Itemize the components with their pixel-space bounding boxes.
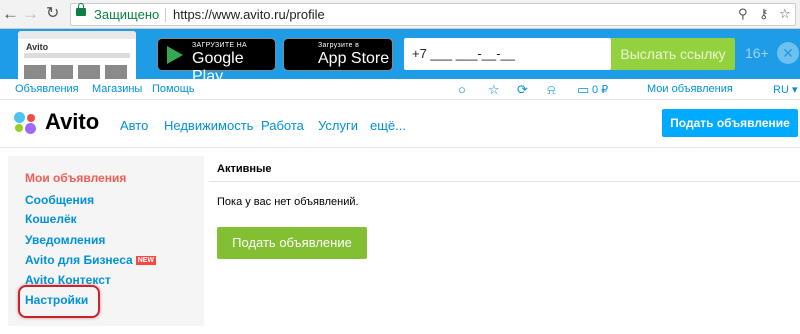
bell-icon[interactable]: ⍾ bbox=[547, 82, 556, 98]
top-links-bar: Объявления Магазины Помощь ○ ☆ ⟳ ⍾ ▭ 0 ₽… bbox=[0, 79, 800, 100]
category-auto[interactable]: Авто bbox=[120, 118, 148, 133]
app-store-button[interactable]: Загрузите в App Store bbox=[283, 38, 393, 71]
sidebar-item-notifications[interactable]: Уведомления bbox=[25, 233, 105, 247]
post-ad-header-button[interactable]: Подать объявление bbox=[662, 109, 798, 137]
my-ads-link[interactable]: Мои объявления bbox=[647, 83, 733, 95]
back-arrow-icon[interactable]: ← bbox=[2, 4, 19, 24]
tab-divider bbox=[209, 181, 800, 182]
sidebar-item-messages[interactable]: Сообщения bbox=[25, 193, 94, 207]
site-header: Avito Авто Недвижимость Работа Услуги ещ… bbox=[0, 100, 800, 148]
chat-icon[interactable]: ○ bbox=[458, 82, 466, 97]
sidebar-item-business[interactable]: Avito для Бизнеса NEW bbox=[25, 253, 157, 267]
help-link[interactable]: Помощь bbox=[152, 83, 195, 95]
age-rating: 16+ bbox=[745, 45, 769, 61]
settings-highlight bbox=[18, 285, 100, 318]
url-text[interactable]: https://www.avito.ru/profile bbox=[173, 7, 325, 22]
lock-icon bbox=[76, 3, 86, 16]
security-label: Защищено bbox=[94, 7, 160, 22]
category-services[interactable]: Услуги bbox=[318, 118, 358, 133]
tab-active[interactable]: Активные bbox=[217, 163, 272, 175]
reload-icon[interactable]: ↻ bbox=[46, 4, 59, 24]
category-more[interactable]: ещё... bbox=[370, 118, 406, 133]
google-play-button[interactable]: ЗАГРУЗИТЕ НА Google Play bbox=[157, 38, 276, 85]
compare-icon[interactable]: ⟳ bbox=[517, 82, 528, 98]
ads-link[interactable]: Объявления bbox=[15, 83, 79, 95]
browser-toolbar: ← → ↻ Защищено https://www.avito.ru/prof… bbox=[0, 0, 800, 29]
forward-arrow-icon[interactable]: → bbox=[22, 4, 39, 24]
shops-link[interactable]: Магазины bbox=[92, 83, 142, 95]
new-badge: NEW bbox=[135, 256, 157, 265]
favorite-icon[interactable]: ☆ bbox=[488, 82, 500, 98]
logo-dots-icon bbox=[14, 112, 40, 134]
app-banner: Avito ЗАГРУЗИТЕ НА Google Play Загрузите… bbox=[0, 29, 800, 85]
phone-input[interactable]: +7 ___ ___-__-__ bbox=[404, 38, 611, 70]
sidebar-item-wallet[interactable]: Кошелёк bbox=[25, 212, 77, 226]
phone-preview-image: Avito bbox=[18, 31, 136, 79]
send-link-button[interactable]: Выслать ссылку bbox=[611, 38, 735, 70]
close-icon[interactable]: ✕ bbox=[777, 42, 799, 64]
post-ad-button[interactable]: Подать объявление bbox=[217, 227, 367, 259]
address-bar[interactable]: Защищено https://www.avito.ru/profile ⚲ … bbox=[70, 3, 796, 26]
language-switcher[interactable]: RU ▾ bbox=[773, 83, 797, 96]
empty-message: Пока у вас нет объявлений. bbox=[217, 196, 359, 208]
star-icon[interactable]: ☆ bbox=[779, 6, 791, 22]
address-divider bbox=[165, 8, 166, 22]
category-jobs[interactable]: Работа bbox=[261, 118, 304, 133]
sidebar-item-my-ads[interactable]: Мои объявления bbox=[25, 171, 126, 185]
key-icon[interactable]: ⚷ bbox=[759, 6, 769, 22]
phone-preview-logo: Avito bbox=[26, 42, 49, 52]
site-logo[interactable]: Avito bbox=[45, 109, 99, 135]
wallet-amount[interactable]: 0 ₽ bbox=[592, 83, 608, 96]
zoom-icon[interactable]: ⚲ bbox=[738, 6, 748, 22]
category-realty[interactable]: Недвижимость bbox=[164, 118, 253, 133]
google-play-icon bbox=[167, 46, 183, 64]
wallet-icon[interactable]: ▭ bbox=[577, 82, 589, 98]
